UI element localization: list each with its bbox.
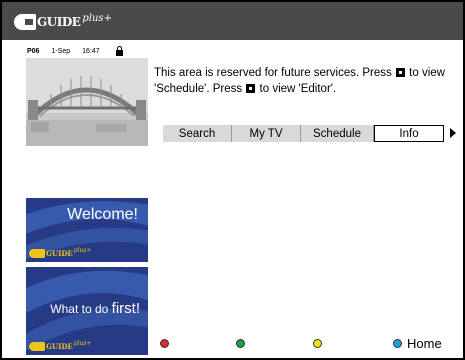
card-text-big: first! xyxy=(111,300,140,317)
tab-info[interactable]: Info xyxy=(374,125,444,142)
card-text-small: What to do xyxy=(50,302,112,316)
logo-g-mark xyxy=(14,14,36,30)
color-button-icon xyxy=(246,83,256,93)
tv-guide-screen: GUIDE plus+ P06 1-Sep 16:47 This area is… xyxy=(0,0,465,360)
logo-g-mark xyxy=(29,249,45,258)
time-text: 16:47 xyxy=(82,48,100,55)
lock-icon xyxy=(115,45,123,56)
color-button-icon xyxy=(395,68,405,77)
tab-search[interactable]: Search xyxy=(163,125,232,142)
logo-plus: plus+ xyxy=(73,340,92,347)
status-line: P06 1-Sep 16:47 xyxy=(27,45,123,56)
menu-tabs: Search My TV Schedule Info xyxy=(163,125,444,142)
logo-g-mark xyxy=(29,342,45,351)
what-to-do-first-text: What to do first! xyxy=(50,300,140,317)
logo-word: GUIDE xyxy=(46,249,73,258)
red-button[interactable] xyxy=(160,339,169,348)
header-bar: GUIDE plus+ xyxy=(2,2,463,40)
what-to-do-first-card[interactable]: What to do first! GUIDE plus+ xyxy=(26,267,148,355)
logo-word: GUIDE xyxy=(37,15,81,29)
logo-plus: plus+ xyxy=(73,247,92,254)
yellow-button[interactable] xyxy=(313,339,322,348)
info-message: This area is reserved for future service… xyxy=(154,66,454,97)
logo-word: GUIDE xyxy=(46,342,73,351)
channel-number: P06 xyxy=(27,48,40,55)
welcome-card[interactable]: Welcome! GUIDE plus+ xyxy=(26,198,148,262)
info-text-part3: to view 'Editor'. xyxy=(259,82,337,95)
tab-my-tv[interactable]: My TV xyxy=(232,125,301,142)
tab-schedule[interactable]: Schedule xyxy=(301,125,374,142)
welcome-text: Welcome! xyxy=(67,206,138,223)
guideplus-logo: GUIDE plus+ xyxy=(14,11,112,33)
card-logo: GUIDE plus+ xyxy=(29,247,92,258)
info-text-part1: This area is reserved for future service… xyxy=(154,67,392,79)
logo-plus: plus+ xyxy=(82,12,112,24)
green-button[interactable] xyxy=(236,339,245,348)
right-arrow-icon[interactable] xyxy=(450,128,456,138)
blue-home-button[interactable] xyxy=(393,339,402,348)
home-label[interactable]: Home xyxy=(407,336,442,351)
date-text: 1-Sep xyxy=(51,48,71,55)
tv-preview-window xyxy=(26,58,148,146)
card-logo: GUIDE plus+ xyxy=(29,340,92,351)
